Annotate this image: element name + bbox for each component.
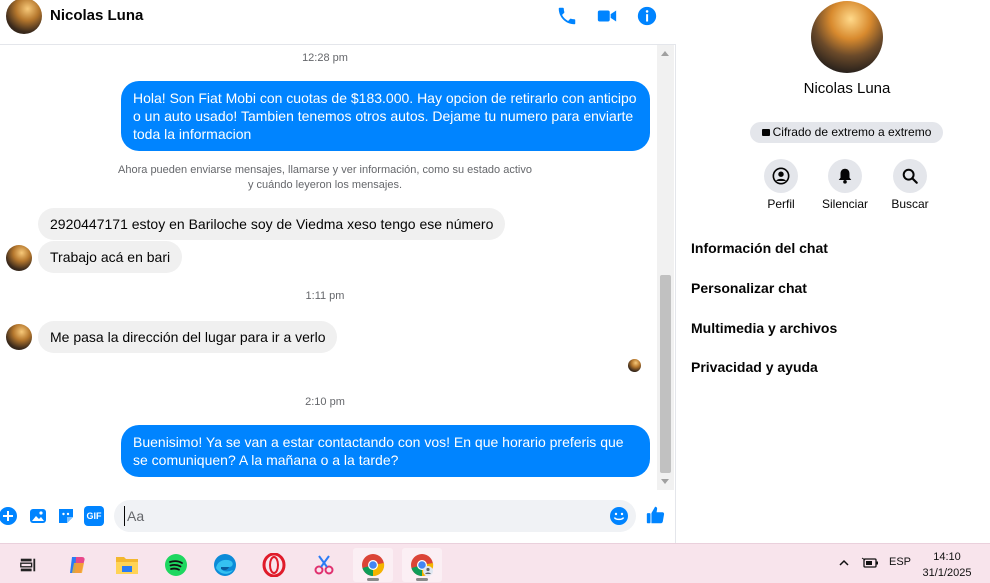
system-notice-line: Ahora pueden enviarse mensajes, llamarse… xyxy=(118,164,532,176)
action-label: Buscar xyxy=(891,197,929,211)
active-app-indicator xyxy=(367,578,379,581)
contact-avatar-small[interactable] xyxy=(6,324,32,350)
composer: GIF xyxy=(0,497,676,537)
clock-date: 31/1/2025 xyxy=(922,567,972,579)
scroll-thumb[interactable] xyxy=(660,275,671,473)
message-list: 12:28 pm Hola! Son Fiat Mobi con cuotas … xyxy=(0,45,660,490)
snipping-tool-icon xyxy=(314,555,334,575)
action-label: Perfil xyxy=(767,197,795,211)
menu-privacy-help[interactable]: Privacidad y ayuda xyxy=(691,359,818,375)
contact-name[interactable]: Nicolas Luna xyxy=(50,7,143,24)
chevron-up-icon[interactable] xyxy=(838,557,850,569)
search-button[interactable] xyxy=(893,159,927,193)
encryption-badge: Cifrado de extremo a extremo xyxy=(750,122,943,143)
language-indicator[interactable]: ESP xyxy=(889,556,911,568)
thumbs-up-icon[interactable] xyxy=(645,504,667,526)
edge-button[interactable] xyxy=(205,548,245,582)
chrome-icon xyxy=(362,554,385,577)
message-input[interactable] xyxy=(124,506,604,526)
mute-button[interactable] xyxy=(828,159,862,193)
file-explorer-icon xyxy=(116,557,138,574)
incoming-message[interactable]: Trabajo acá en bari xyxy=(38,241,183,273)
menu-chat-info[interactable]: Información del chat xyxy=(691,240,828,256)
edge-icon xyxy=(214,554,236,576)
opera-button[interactable] xyxy=(254,548,294,582)
scroll-up-arrow-icon[interactable] xyxy=(661,51,669,56)
phone-icon[interactable] xyxy=(556,5,578,27)
profile-button[interactable] xyxy=(764,159,798,193)
image-icon[interactable] xyxy=(28,506,48,526)
gif-icon[interactable]: GIF xyxy=(84,506,104,526)
message-scrollbar[interactable] xyxy=(657,45,674,490)
task-view-icon xyxy=(20,558,36,572)
profile-photo[interactable] xyxy=(811,1,883,73)
contact-avatar-small[interactable] xyxy=(6,245,32,271)
profile-action[interactable]: Perfil xyxy=(751,159,811,211)
encryption-label: Cifrado de extremo a extremo xyxy=(772,125,932,139)
chat-info-pane: Nicolas Luna Cifrado de extremo a extrem… xyxy=(677,0,990,543)
plus-icon[interactable] xyxy=(0,506,18,526)
battery-icon[interactable] xyxy=(861,556,879,570)
timestamp: 12:28 pm xyxy=(302,52,348,64)
incoming-message[interactable]: Me pasa la dirección del lugar para ir a… xyxy=(38,321,338,353)
user-circle-icon xyxy=(772,167,790,185)
outgoing-message[interactable]: Buenisimo! Ya se van a estar contactando… xyxy=(121,425,650,477)
copilot-button[interactable] xyxy=(58,548,98,582)
scroll-down-arrow-icon[interactable] xyxy=(661,479,669,484)
spotify-icon xyxy=(165,554,187,576)
search-icon xyxy=(902,168,918,184)
copilot-icon xyxy=(70,557,85,573)
system-clock[interactable]: 14:10 31/1/2025 xyxy=(914,549,980,581)
action-label: Silenciar xyxy=(821,197,869,211)
mute-action[interactable]: Silenciar xyxy=(815,159,875,211)
timestamp: 2:10 pm xyxy=(305,396,345,408)
emoji-icon[interactable] xyxy=(609,506,629,526)
chat-pane: Nicolas Luna 12:28 pm Hola! Son Fiat Mob… xyxy=(0,0,676,543)
messenger-window: Nicolas Luna 12:28 pm Hola! Son Fiat Mob… xyxy=(0,0,990,543)
file-explorer-button[interactable] xyxy=(107,548,147,582)
chrome-profile-icon xyxy=(411,554,434,577)
info-icon[interactable] xyxy=(636,5,658,27)
message-input-box[interactable] xyxy=(114,500,636,532)
sticker-icon[interactable] xyxy=(56,506,76,526)
bell-icon xyxy=(838,168,852,184)
system-notice-line: y cuándo leyeron los mensajes. xyxy=(247,179,403,191)
opera-icon xyxy=(262,553,286,577)
search-action[interactable]: Buscar xyxy=(880,159,940,211)
chat-header: Nicolas Luna xyxy=(0,0,676,45)
spotify-button[interactable] xyxy=(156,548,196,582)
lock-icon xyxy=(761,129,770,136)
profile-name: Nicolas Luna xyxy=(803,80,891,97)
system-notice: Ahora pueden enviarse mensajes, llamarse… xyxy=(112,163,538,193)
timestamp: 1:11 pm xyxy=(305,290,345,302)
chrome-profile-button[interactable] xyxy=(402,548,442,582)
windows-taskbar: ESP 14:10 31/1/2025 xyxy=(0,543,990,583)
incoming-message[interactable]: 2920447171 estoy en Bariloche soy de Vie… xyxy=(38,208,506,240)
outgoing-message[interactable]: Hola! Son Fiat Mobi con cuotas de $183.0… xyxy=(121,81,650,151)
menu-customize-chat[interactable]: Personalizar chat xyxy=(691,280,807,296)
snipping-tool-button[interactable] xyxy=(304,548,344,582)
video-camera-icon[interactable] xyxy=(596,5,618,27)
task-view-button[interactable] xyxy=(8,548,48,582)
contact-avatar[interactable] xyxy=(6,0,42,34)
menu-media-files[interactable]: Multimedia y archivos xyxy=(691,320,837,336)
chrome-button[interactable] xyxy=(353,548,393,582)
active-app-indicator xyxy=(416,578,428,581)
read-receipt-avatar xyxy=(628,359,641,372)
clock-time: 14:10 xyxy=(933,551,961,563)
